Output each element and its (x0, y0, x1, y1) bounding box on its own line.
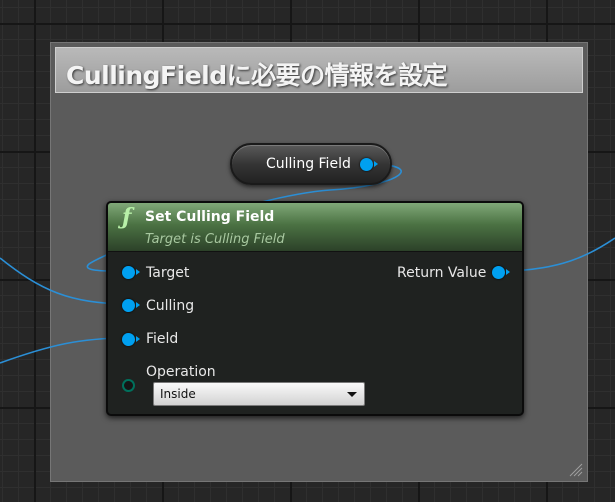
function-icon: ƒ (122, 204, 132, 230)
return-value-pin-label: Return Value (397, 265, 487, 281)
return-value-output-pin-icon[interactable] (492, 266, 510, 279)
function-subtitle: Target is Culling Field (145, 232, 285, 247)
target-pin-label: Target (146, 265, 190, 281)
function-header[interactable]: ƒ Set Culling Field Target is Culling Fi… (108, 203, 522, 252)
operation-dropdown[interactable]: Inside (153, 382, 365, 406)
function-title: Set Culling Field (145, 209, 275, 225)
set-culling-field-node[interactable]: ƒ Set Culling Field Target is Culling Fi… (106, 201, 524, 416)
variable-label: Culling Field (266, 156, 351, 172)
target-input-pin-icon[interactable] (122, 266, 140, 279)
operation-dropdown-value: Inside (160, 387, 196, 401)
operation-pin-label: Operation (146, 364, 216, 380)
culling-input-pin-icon[interactable] (122, 299, 140, 312)
culling-field-variable-node[interactable]: Culling Field (230, 143, 392, 185)
operation-input-pin-icon[interactable] (122, 379, 135, 392)
field-pin-label: Field (146, 331, 179, 347)
field-input-pin-icon[interactable] (122, 333, 140, 346)
variable-output-pin-icon[interactable] (360, 158, 378, 171)
culling-pin-label: Culling (146, 298, 195, 314)
chevron-down-icon (347, 392, 357, 397)
